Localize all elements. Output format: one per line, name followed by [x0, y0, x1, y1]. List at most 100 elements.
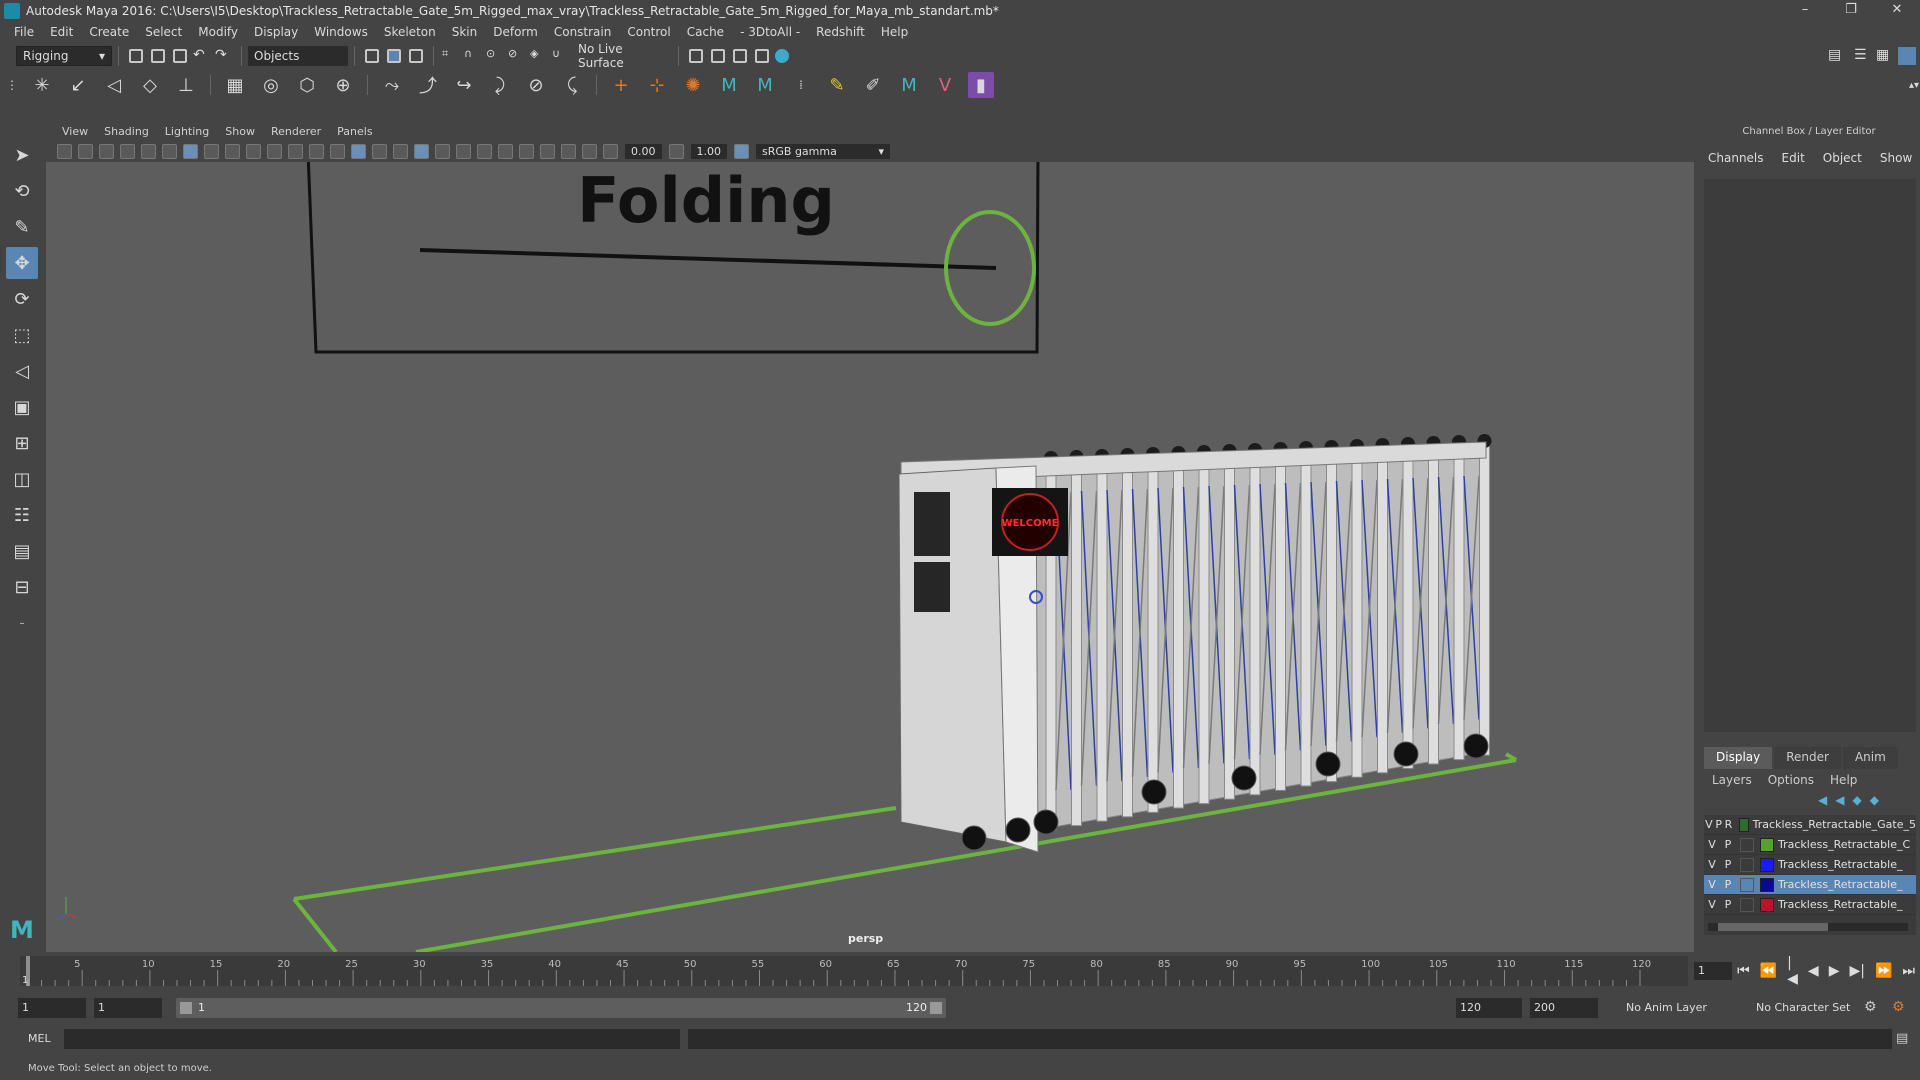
playback-end-field[interactable]: 120 — [1456, 998, 1522, 1018]
layout-more-icon[interactable]: – — [6, 607, 38, 639]
layer-row[interactable]: V P Trackless_Retractable_C — [1704, 835, 1916, 855]
render-settings-icon[interactable] — [689, 49, 703, 63]
safe-title-icon[interactable] — [309, 143, 324, 159]
play-forward-icon[interactable]: ▶ — [1829, 963, 1840, 979]
interactive-bind-icon[interactable]: ⤸ — [487, 72, 513, 98]
last-tool-icon[interactable]: ◁ — [6, 355, 38, 387]
playback-start-field[interactable]: 1 — [94, 998, 162, 1018]
script-editor-icon[interactable]: ▤ — [1896, 1031, 1908, 1046]
default-material-icon[interactable] — [372, 143, 387, 159]
range-end-handle[interactable] — [930, 1002, 942, 1014]
layer-reference-box[interactable] — [1740, 877, 1754, 892]
layer-reference[interactable]: R — [1724, 818, 1734, 831]
menu-windows[interactable]: Windows — [306, 25, 376, 39]
ambient-occlusion-icon[interactable] — [477, 143, 492, 159]
close-button[interactable]: ✕ — [1874, 0, 1920, 22]
command-input[interactable] — [64, 1029, 680, 1049]
menu-create[interactable]: Create — [81, 25, 137, 39]
layer-visibility[interactable]: V — [1704, 878, 1720, 891]
go-to-end-icon[interactable]: ⏭ — [1902, 963, 1915, 979]
time-slider[interactable]: 5 10 15 20 25 30 35 40 45 50 55 60 65 70 75 80 85 90 95 100… — [20, 956, 1688, 986]
layer-visibility[interactable]: V — [1704, 858, 1720, 871]
layer-playback[interactable]: P — [1720, 858, 1736, 871]
isolate-select-icon[interactable] — [540, 143, 555, 159]
range-bar[interactable]: 1 120 — [176, 998, 946, 1018]
select-object-icon[interactable] — [387, 49, 401, 63]
layout-two-icon[interactable]: ◫ — [6, 463, 38, 495]
lasso-tool-icon[interactable]: ⟲ — [6, 175, 38, 207]
cb-menu-show[interactable]: Show — [1880, 151, 1912, 173]
play-backward-icon[interactable]: ◀ — [1808, 963, 1819, 979]
cb-menu-channels[interactable]: Channels — [1708, 151, 1764, 173]
step-forward-icon[interactable]: ⏩ — [1875, 963, 1892, 979]
image-plane-icon[interactable] — [120, 143, 135, 159]
color-space-dropdown[interactable]: sRGB gamma ▾ — [756, 143, 890, 159]
layer-reference-box[interactable] — [1740, 897, 1754, 912]
script-language-label[interactable]: MEL — [28, 1032, 51, 1045]
xray-icon[interactable] — [414, 143, 429, 159]
attribute-editor-icon[interactable]: ☰ — [1854, 47, 1872, 65]
tool-settings-icon[interactable]: ▦ — [1876, 47, 1894, 65]
anti-aliasing-icon[interactable] — [519, 143, 534, 159]
panel-menu-panels[interactable]: Panels — [329, 125, 380, 138]
move-tool-icon[interactable]: ✥ — [6, 247, 38, 279]
pose-editor-icon[interactable]: V — [932, 72, 958, 98]
character-set-dropdown[interactable]: No Character Set — [1752, 998, 1876, 1018]
cluster-icon[interactable]: ◎ — [258, 72, 284, 98]
aim-constraint-icon[interactable]: ✺ — [680, 72, 706, 98]
lattice-icon[interactable]: ▦ — [222, 72, 248, 98]
camera-select-icon[interactable] — [57, 143, 72, 159]
modeling-toolkit-icon[interactable]: ▤ — [1828, 47, 1846, 65]
menu-redshift[interactable]: Redshift — [808, 25, 873, 39]
detach-skin-icon[interactable]: ⊘ — [523, 72, 549, 98]
orient-joint-icon[interactable]: ⊥ — [173, 72, 199, 98]
channel-box-icon[interactable] — [1898, 47, 1916, 65]
layer-playback[interactable]: P — [1720, 838, 1736, 851]
ik-spline-icon[interactable]: ◁ — [101, 72, 127, 98]
motion-blur-icon[interactable] — [498, 143, 513, 159]
new-layer-icon[interactable]: ◆ — [1852, 793, 1861, 807]
locator-icon[interactable]: + — [608, 72, 634, 98]
joint-tool-icon[interactable]: ✳ — [29, 72, 55, 98]
bookmark-icon[interactable] — [99, 143, 114, 159]
snap-magnet-icon[interactable]: ∪ — [552, 47, 570, 65]
selection-mode-dropdown[interactable]: Objects — [248, 46, 348, 66]
channel-box-area[interactable] — [1704, 179, 1916, 732]
step-forward-key-icon[interactable]: ▶| — [1849, 963, 1864, 979]
wrap-icon[interactable]: ⬡ — [294, 72, 320, 98]
layer-row[interactable]: V P Trackless_Retractable_ — [1704, 875, 1916, 895]
smooth-bind-icon[interactable]: ⤴ — [415, 72, 441, 98]
layer-row[interactable]: V P Trackless_Retractable_ — [1704, 895, 1916, 915]
scale-tool-icon[interactable]: ⬚ — [6, 319, 38, 351]
minimize-button[interactable]: – — [1782, 0, 1828, 22]
layer-color-swatch[interactable] — [1739, 817, 1749, 832]
layer-scrollbar[interactable] — [1708, 923, 1908, 931]
move-layer-down-icon[interactable]: ◀ — [1835, 793, 1844, 807]
time-cursor[interactable] — [26, 956, 30, 986]
select-hierarchy-icon[interactable] — [365, 49, 379, 63]
go-to-bind-pose-icon[interactable]: ⤹ — [559, 72, 585, 98]
shadows-icon[interactable] — [456, 143, 471, 159]
open-scene-icon[interactable] — [151, 49, 165, 63]
menu-modify[interactable]: Modify — [190, 25, 246, 39]
snap-surface-icon[interactable]: ◈ — [530, 47, 548, 65]
point-constraint-icon[interactable]: ⊹ — [644, 72, 670, 98]
panel-menu-shading[interactable]: Shading — [96, 125, 157, 138]
layout-single-icon[interactable]: ▣ — [6, 391, 38, 423]
layout-graph-icon[interactable]: ▤ — [6, 535, 38, 567]
safe-action-icon[interactable] — [288, 143, 303, 159]
xray-active-icon[interactable] — [582, 143, 597, 159]
maximize-button[interactable]: ❐ — [1828, 0, 1874, 22]
gate-mask-icon[interactable] — [246, 143, 261, 159]
shelf-options-icon[interactable]: ⋮ — [5, 72, 19, 98]
render-frame-icon[interactable] — [711, 49, 725, 63]
animation-prefs-icon[interactable]: ⚙ — [1892, 999, 1905, 1015]
range-start-handle[interactable] — [180, 1002, 192, 1014]
layer-color-swatch[interactable] — [1760, 897, 1774, 912]
human-ik-icon[interactable]: M — [716, 72, 742, 98]
layer-playback[interactable]: P — [1720, 878, 1736, 891]
layer-playback[interactable]: P — [1720, 898, 1736, 911]
layout-hypershade-icon[interactable]: ⊟ — [6, 571, 38, 603]
menu-control[interactable]: Control — [619, 25, 678, 39]
tab-anim[interactable]: Anim — [1842, 747, 1898, 769]
